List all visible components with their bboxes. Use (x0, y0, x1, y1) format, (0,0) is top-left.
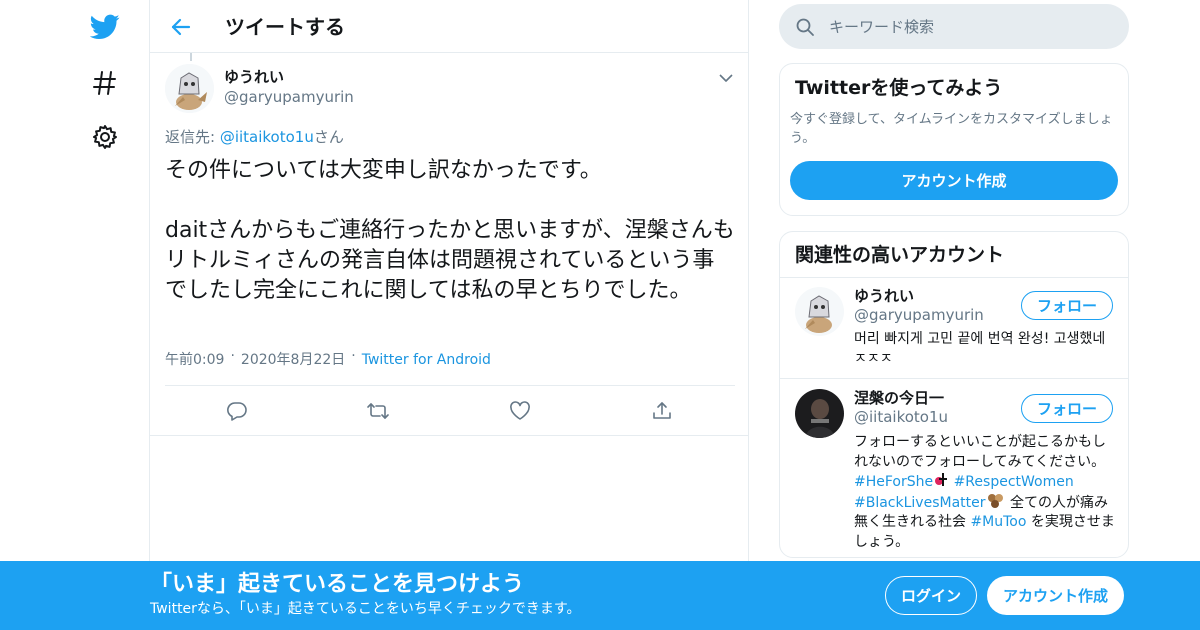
signup-banner: 「いま」起きていることを見つけよう Twitterなら、「いま」起きていることを… (0, 561, 1200, 630)
meta-separator: · (230, 348, 235, 364)
chevron-down-icon[interactable] (716, 68, 736, 88)
meta-separator: · (351, 348, 356, 364)
retweet-icon[interactable] (365, 398, 391, 424)
hashtag-link[interactable]: #MuToo (970, 514, 1026, 530)
account-bio: 머리 빠지게 고민 끝에 번역 완성! 고생했네 ㅈㅈㅈ (854, 331, 1106, 367)
account-bio: フォローするといいことが起こるかもしれないのでフォローしてみてください。 #He… (854, 433, 1116, 552)
account-handle[interactable]: @garyupamyurin (854, 306, 984, 324)
search-box (779, 4, 1129, 49)
divider (780, 378, 1128, 379)
avatar[interactable] (795, 389, 844, 438)
banner-subtitle: Twitterなら、「いま」起きていることをいち早くチェックできます。 (150, 601, 581, 617)
main-column: ツイートする ゆうれい @garyupamyurin 返信先: @iitaiko… (149, 0, 749, 630)
account-handle[interactable]: @iitaikoto1u (854, 408, 948, 426)
twitter-bird-icon[interactable] (90, 12, 120, 42)
banner-title: 「いま」起きていることを見つけよう (150, 572, 525, 597)
hashtag-icon[interactable] (90, 68, 120, 98)
signup-button[interactable]: アカウント作成 (987, 576, 1124, 615)
bio-text: フォローするといいことが起こるかもしれないのでフォローしてみてください。 (854, 434, 1106, 470)
page-title: ツイートする (225, 15, 345, 39)
hashtag-link[interactable]: #RespectWomen (954, 474, 1074, 490)
related-accounts-title: 関連性の高いアカウント (795, 244, 1005, 266)
share-icon[interactable] (649, 398, 675, 424)
search-icon (795, 17, 815, 37)
flower-emoji-icon (933, 472, 949, 486)
tweet-time[interactable]: 午前0:09 (165, 352, 224, 368)
thread-line (190, 53, 192, 61)
reply-prefix: 返信先: (165, 128, 220, 146)
create-account-button[interactable]: アカウント作成 (790, 161, 1118, 200)
reply-target-link[interactable]: @iitaikoto1u (220, 128, 314, 146)
gear-icon[interactable] (90, 122, 120, 152)
tweet-source-link[interactable]: Twitter for Android (362, 352, 491, 368)
reply-to: 返信先: @iitaikoto1uさん (165, 128, 344, 146)
author-name[interactable]: ゆうれい (224, 68, 284, 86)
divider (165, 385, 735, 386)
avatar[interactable] (795, 287, 844, 336)
tweet-meta: 午前0:09 · 2020年8月22日 · Twitter for Android (165, 348, 491, 369)
like-icon[interactable] (507, 398, 533, 424)
reply-icon[interactable] (224, 398, 250, 424)
tweet-actions (165, 396, 735, 426)
arrow-left-icon[interactable] (168, 14, 194, 40)
follow-button[interactable]: フォロー (1021, 291, 1113, 320)
author-handle[interactable]: @garyupamyurin (224, 88, 354, 106)
signup-card: Twitterを使ってみよう 今すぐ登録して、タイムラインをカスタマイズしましょ… (779, 63, 1129, 216)
hashtag-link[interactable]: #HeForShe (854, 474, 933, 490)
signup-card-subtitle: 今すぐ登録して、タイムラインをカスタマイズしましょう。 (790, 112, 1113, 146)
account-name[interactable]: 涅槃の今日一 (854, 389, 944, 407)
left-nav (80, 0, 130, 630)
divider (780, 277, 1128, 278)
follow-button[interactable]: フォロー (1021, 394, 1113, 423)
reply-suffix: さん (313, 128, 344, 146)
twitter-page: ツイートする ゆうれい @garyupamyurin 返信先: @iitaiko… (0, 0, 1200, 630)
account-name[interactable]: ゆうれい (854, 287, 914, 305)
login-button[interactable]: ログイン (885, 576, 977, 615)
avatar[interactable] (165, 64, 214, 113)
fist-emoji-icon (986, 493, 1006, 508)
page-header: ツイートする (150, 0, 748, 53)
tweet-date[interactable]: 2020年8月22日 (241, 352, 345, 368)
tweet-text: その件については大変申し訳なかったです。 daitさんからもご連絡行ったかと思い… (165, 158, 735, 303)
related-accounts-card: 関連性の高いアカウント ゆうれい @garyupamyurin フォロー 머리 … (779, 231, 1129, 558)
hashtag-link[interactable]: #BlackLivesMatter (854, 495, 986, 511)
search-input[interactable] (829, 4, 1109, 49)
signup-card-title: Twitterを使ってみよう (795, 77, 1003, 99)
divider (150, 435, 748, 436)
